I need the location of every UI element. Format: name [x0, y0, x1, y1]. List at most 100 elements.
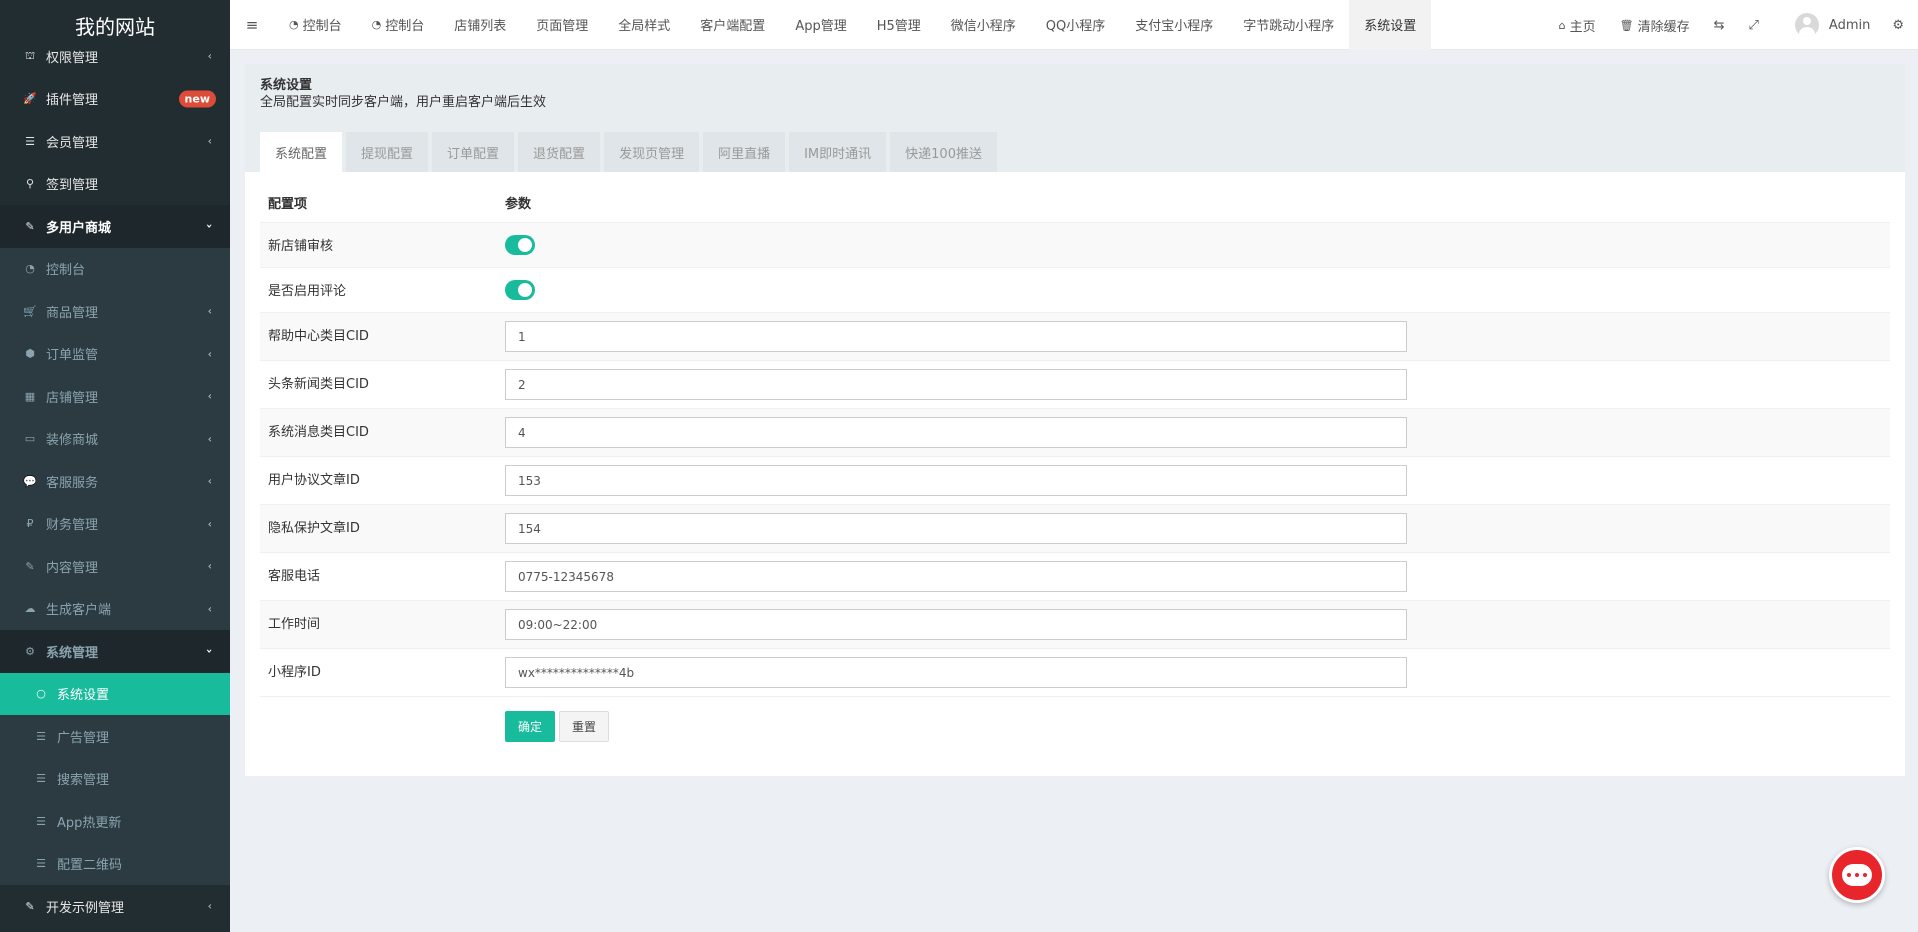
sidebar-item-label: 开发示例管理: [46, 900, 125, 916]
row-label: 隐私保护文章ID: [268, 521, 360, 536]
edit-icon: ✎: [25, 559, 35, 573]
menu-toggle-icon[interactable]: ≡: [230, 0, 274, 50]
table-row: 工作时间: [260, 600, 1890, 648]
nav-tab-qq[interactable]: QQ小程序: [1031, 0, 1120, 50]
sidebar-item-label: 会员管理: [46, 135, 99, 151]
enable-comments-toggle[interactable]: [505, 280, 535, 300]
user-agreement-id-input[interactable]: [505, 465, 1407, 496]
system-submenu: ○ 系统设置 ☰ 广告管理 ☰ 搜索管理 ☰ App热更新 ☰ 配置二维码: [0, 672, 230, 886]
sidebar-item-label: 配置二维码: [57, 858, 123, 874]
chat-button[interactable]: [1829, 847, 1885, 903]
help-center-cid-input[interactable]: [505, 321, 1407, 352]
nav-tab-system-settings[interactable]: 系统设置: [1349, 0, 1432, 50]
sidebar-item-qrcode[interactable]: ☰ 配置二维码: [0, 843, 230, 886]
privacy-policy-id-input[interactable]: [505, 513, 1407, 544]
dashboard-icon: ◔: [289, 18, 299, 31]
group-icon: ⛫: [24, 48, 36, 62]
nav-tab-app[interactable]: App管理: [780, 0, 861, 50]
work-hours-input[interactable]: [505, 609, 1407, 640]
sidebar-item-plugins[interactable]: 🚀 插件管理 new: [0, 78, 230, 121]
sidebar-item-ads[interactable]: ☰ 广告管理: [0, 715, 230, 758]
mini-program-id-input[interactable]: [505, 657, 1407, 688]
headline-news-cid-input[interactable]: [505, 369, 1407, 400]
tab-ali-live[interactable]: 阿里直播: [703, 132, 786, 172]
chevron-left-icon: ‹: [207, 899, 212, 913]
sidebar-item-multi-shop[interactable]: ✎ 多用户商城 ›: [0, 205, 230, 248]
sidebar-item-label: 系统管理: [46, 645, 99, 661]
row-label: 头条新闻类目CID: [268, 377, 369, 392]
tab-kuaidi100[interactable]: 快递100推送: [890, 132, 997, 172]
sidebar-item-dev-examples[interactable]: ✎ 开发示例管理 ‹: [0, 885, 230, 928]
tab-im[interactable]: IM即时通讯: [789, 132, 887, 172]
chevron-left-icon: ‹: [207, 389, 212, 403]
circle-icon: ○: [36, 687, 46, 701]
chevron-left-icon: ‹: [207, 49, 212, 63]
sidebar-item-label: 控制台: [46, 263, 86, 279]
chevron-down-icon: ›: [203, 223, 217, 229]
tab-system-config[interactable]: 系统配置: [260, 132, 343, 172]
sidebar-item-build-client[interactable]: ☁ 生成客户端 ‹: [0, 588, 230, 631]
chevron-left-icon: ‹: [207, 347, 212, 361]
sidebar-item-label: 店铺管理: [46, 390, 99, 406]
new-store-review-toggle[interactable]: [505, 235, 535, 255]
sidebar-item-system-settings[interactable]: ○ 系统设置: [0, 672, 230, 715]
nav-tab-alipay[interactable]: 支付宝小程序: [1120, 0, 1228, 50]
nav-tab-dashboard[interactable]: ◔ 控制台: [274, 0, 357, 50]
page-description: 全局配置实时同步客户端，用户重启客户端后生效: [260, 95, 547, 110]
chevron-left-icon: ‹: [207, 517, 212, 531]
clear-cache-button[interactable]: 🗑 清除缓存: [1608, 0, 1702, 50]
sidebar-item-app-update[interactable]: ☰ App热更新: [0, 800, 230, 843]
multi-shop-submenu: ◔ 控制台 🛒 商品管理 ‹ ⬢ 订单监管 ‹ ▦ 店铺管理 ‹ ▭ 装修商城: [0, 247, 230, 886]
user-menu[interactable]: Admin: [1771, 0, 1882, 50]
sidebar-item-search[interactable]: ☰ 搜索管理: [0, 758, 230, 801]
sidebar-item-label: 插件管理: [46, 93, 99, 109]
nav-tab-global-style[interactable]: 全局样式: [603, 0, 685, 50]
row-label: 新店铺审核: [268, 239, 334, 254]
submit-button[interactable]: 确定: [505, 711, 556, 742]
panel-heading: 系统设置 全局配置实时同步客户端，用户重启客户端后生效 系统配置 提现配置 订单…: [245, 64, 1905, 172]
service-phone-input[interactable]: [505, 561, 1407, 592]
sidebar-item-customer-service[interactable]: 💬 客服服务 ‹: [0, 460, 230, 503]
home-link[interactable]: ⌂ 主页: [1547, 0, 1608, 50]
row-label: 客服电话: [268, 569, 321, 584]
row-label: 小程序ID: [268, 665, 321, 680]
tab-return-config[interactable]: 退货配置: [518, 132, 601, 172]
nav-tabs: ◔ 控制台 ◔ 控制台 店铺列表 页面管理 全局样式 客户端配置 App管理 H5管…: [274, 0, 1432, 50]
sidebar-item-checkin[interactable]: ⚲ 签到管理: [0, 163, 230, 206]
chevron-left-icon: ‹: [207, 432, 212, 446]
sidebar-item-label: 多用户商城: [46, 220, 112, 236]
nav-tab-store-list[interactable]: 店铺列表: [439, 0, 521, 50]
nav-tab-dashboard-2[interactable]: ◔ 控制台: [357, 0, 440, 50]
tab-order-config[interactable]: 订单配置: [432, 132, 515, 172]
sidebar-item-label: 搜索管理: [57, 773, 110, 789]
list-icon: ☰: [25, 134, 35, 148]
table-row: 小程序ID: [260, 648, 1890, 696]
system-message-cid-input[interactable]: [505, 417, 1407, 448]
nav-tab-wechat[interactable]: 微信小程序: [936, 0, 1031, 50]
sidebar-item-system[interactable]: ⚙ 系统管理 ›: [0, 630, 230, 673]
nav-tab-bytedance[interactable]: 字节跳动小程序: [1228, 0, 1349, 50]
sidebar-item-stores[interactable]: ▦ 店铺管理 ‹: [0, 375, 230, 418]
cube-icon: ⬢: [25, 347, 35, 361]
sidebar-item-label: 客服服务: [46, 475, 99, 491]
site-logo[interactable]: 我的网站: [0, 0, 230, 50]
nav-tab-pages[interactable]: 页面管理: [521, 0, 603, 50]
sidebar-item-shop-dashboard[interactable]: ◔ 控制台: [0, 248, 230, 291]
sidebar-item-finance[interactable]: ₽ 财务管理 ‹: [0, 503, 230, 546]
tab-withdraw-config[interactable]: 提现配置: [346, 132, 429, 172]
sidebar-item-goods[interactable]: 🛒 商品管理 ‹: [0, 290, 230, 333]
sidebar-item-orders[interactable]: ⬢ 订单监管 ‹: [0, 333, 230, 376]
translate-icon[interactable]: ⇆: [1702, 0, 1737, 50]
settings-icon[interactable]: ⚙: [1882, 0, 1918, 50]
sidebar-menu: ⛫ 权限管理 ‹ 🚀 插件管理 new ☰ 会员管理 ‹ ⚲ 签到管理 ✎ 多用…: [0, 35, 230, 928]
trash-icon: 🗑: [1619, 18, 1634, 32]
sidebar-item-members[interactable]: ☰ 会员管理 ‹: [0, 120, 230, 163]
nav-tab-h5[interactable]: H5管理: [862, 0, 936, 50]
tab-discover-page[interactable]: 发现页管理: [604, 132, 700, 172]
reset-button[interactable]: 重置: [559, 711, 610, 742]
desktop-icon: ▭: [24, 432, 36, 446]
sidebar-item-decorate[interactable]: ▭ 装修商城 ‹: [0, 418, 230, 461]
fullscreen-icon[interactable]: ⤢: [1737, 0, 1771, 50]
nav-tab-client-config[interactable]: 客户端配置: [685, 0, 780, 50]
sidebar-item-content[interactable]: ✎ 内容管理 ‹: [0, 545, 230, 588]
